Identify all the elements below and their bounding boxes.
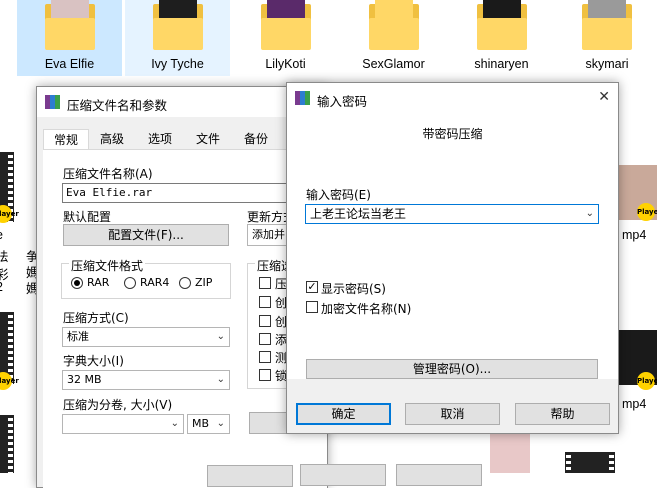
manage-passwords-button[interactable]: 管理密码(O)... bbox=[306, 359, 598, 379]
tab-advanced[interactable]: 高级 bbox=[89, 129, 135, 149]
option-checkbox[interactable] bbox=[259, 369, 271, 381]
option-checkbox[interactable] bbox=[259, 277, 271, 289]
password-input[interactable]: 上老王论坛当老王 ⌄ bbox=[305, 204, 599, 224]
player-badge-icon: Player bbox=[637, 372, 657, 390]
video-thumbnail[interactable] bbox=[0, 415, 14, 473]
close-icon[interactable]: ✕ bbox=[598, 89, 610, 105]
chevron-down-icon: ⌄ bbox=[216, 331, 225, 342]
folder-item[interactable]: LilyKoti bbox=[233, 0, 338, 76]
archive-dialog-title: 压缩文件名和参数 bbox=[67, 98, 168, 113]
file-name-fragment: 2 bbox=[0, 280, 3, 294]
archive-format-label: 压缩文件格式 bbox=[69, 257, 146, 274]
show-password-label: 显示密码(S) bbox=[321, 282, 386, 296]
folder-icon bbox=[582, 0, 632, 50]
format-zip-radio[interactable] bbox=[179, 277, 191, 289]
encrypt-filenames-checkbox[interactable] bbox=[306, 301, 318, 313]
show-password-checkbox[interactable]: ✓ bbox=[306, 281, 318, 293]
format-rar4-radio[interactable] bbox=[124, 277, 136, 289]
split-unit-select[interactable]: MB ⌄ bbox=[187, 414, 230, 434]
folder-item[interactable]: shinaryen bbox=[449, 0, 554, 76]
folder-name: shinaryen bbox=[474, 57, 529, 71]
cancel-button[interactable]: 取消 bbox=[405, 403, 500, 425]
tab-files[interactable]: 文件 bbox=[185, 129, 231, 149]
folder-item[interactable]: Eva Elfie bbox=[17, 0, 122, 76]
help-button[interactable]: 帮助 bbox=[515, 403, 610, 425]
folder-icon bbox=[44, 0, 95, 50]
compression-method-value: 标准 bbox=[67, 330, 89, 343]
compression-method-label: 压缩方式(C) bbox=[63, 311, 129, 325]
tab-general[interactable]: 常规 bbox=[43, 129, 89, 150]
folder-name: Ivy Tyche bbox=[151, 57, 204, 71]
folder-name: skymari bbox=[585, 57, 629, 71]
archive-name-label: 压缩文件名称(A) bbox=[63, 167, 153, 181]
video-thumbnail[interactable] bbox=[490, 432, 530, 473]
option-checkbox[interactable] bbox=[259, 296, 271, 308]
folder-name: SexGlamor bbox=[362, 57, 425, 71]
encrypt-filenames-label: 加密文件名称(N) bbox=[321, 302, 412, 316]
password-value: 上老王论坛当老王 bbox=[310, 207, 407, 221]
password-label: 输入密码(E) bbox=[306, 188, 371, 202]
folder-name: LilyKoti bbox=[265, 57, 306, 71]
winrar-icon bbox=[45, 95, 61, 109]
folder-icon bbox=[260, 0, 311, 50]
dictionary-size-select[interactable]: 32 MB ⌄ bbox=[62, 370, 230, 390]
dialog-bottom-button[interactable] bbox=[300, 464, 386, 486]
compression-method-select[interactable]: 标准 ⌄ bbox=[62, 327, 230, 347]
file-name-fragment: е bbox=[0, 228, 3, 242]
folder-item[interactable]: SexGlamor bbox=[341, 0, 446, 76]
file-name-label: mp4 bbox=[622, 397, 647, 411]
option-checkbox[interactable] bbox=[259, 315, 271, 327]
chevron-down-icon: ⌄ bbox=[585, 208, 594, 219]
config-profiles-button[interactable]: 配置文件(F)... bbox=[63, 224, 229, 246]
archive-dialog: 压缩文件名和参数 常规 高级 选项 文件 备份 压缩文件名称(A) Eva El… bbox=[36, 86, 329, 488]
split-volume-label: 压缩为分卷, 大小(V) bbox=[63, 398, 173, 412]
option-checkbox[interactable] bbox=[259, 351, 271, 363]
dialog-bottom-button[interactable] bbox=[207, 465, 293, 487]
split-volume-input[interactable]: ⌄ bbox=[62, 414, 184, 434]
password-dialog-title: 输入密码 bbox=[317, 94, 368, 109]
file-name-label: mp4 bbox=[622, 228, 647, 242]
folder-item[interactable]: Ivy Tyche bbox=[125, 0, 230, 76]
dialog-bottom-button[interactable] bbox=[396, 464, 482, 486]
password-dialog-titlebar[interactable]: 输入密码 ✕ bbox=[287, 83, 618, 113]
archive-dialog-titlebar[interactable]: 压缩文件名和参数 bbox=[37, 87, 327, 117]
tab-backup[interactable]: 备份 bbox=[233, 129, 279, 149]
password-dialog-body bbox=[287, 113, 618, 379]
dictionary-size-label: 字典大小(I) bbox=[63, 354, 124, 368]
folder-icon bbox=[368, 0, 419, 50]
default-config-label: 默认配置 bbox=[63, 210, 112, 224]
format-rar4-label: RAR4 bbox=[140, 276, 170, 289]
tab-strip: 常规 高级 选项 文件 备份 bbox=[43, 129, 323, 150]
password-dialog-heading: 带密码压缩 bbox=[422, 127, 483, 141]
option-checkbox[interactable] bbox=[259, 333, 271, 345]
format-zip-label: ZIP bbox=[195, 276, 213, 289]
folder-icon bbox=[152, 0, 203, 50]
password-dialog: 输入密码 ✕ 带密码压缩 输入密码(E) 上老王论坛当老王 ⌄ ✓ 显示密码(S… bbox=[286, 82, 619, 434]
format-rar-label: RAR bbox=[87, 276, 110, 289]
file-name-fragment: 法 bbox=[0, 250, 9, 264]
folder-name: Eva Elfie bbox=[44, 57, 95, 71]
ok-button[interactable]: 确定 bbox=[296, 403, 391, 425]
folder-icon bbox=[476, 0, 527, 50]
video-thumbnail[interactable] bbox=[565, 452, 615, 473]
chevron-down-icon: ⌄ bbox=[170, 418, 179, 429]
chevron-down-icon: ⌄ bbox=[216, 374, 225, 385]
player-badge-icon: Player bbox=[0, 372, 19, 390]
player-badge-icon: Player bbox=[637, 203, 657, 221]
folder-item[interactable]: skymari bbox=[557, 0, 657, 76]
format-rar-radio[interactable] bbox=[71, 277, 83, 289]
chevron-down-icon: ⌄ bbox=[216, 418, 225, 429]
split-unit-value: MB bbox=[192, 417, 210, 430]
dictionary-size-value: 32 MB bbox=[67, 373, 102, 386]
tab-options[interactable]: 选项 bbox=[137, 129, 183, 149]
winrar-icon bbox=[295, 91, 311, 105]
